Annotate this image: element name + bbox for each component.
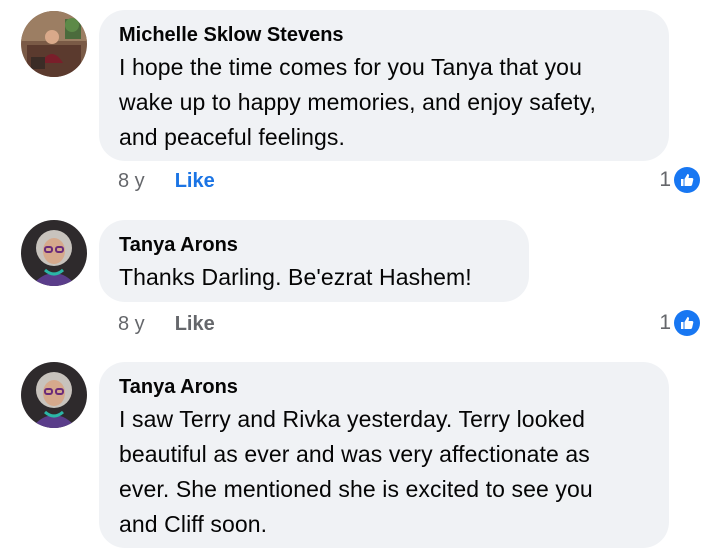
- avatar[interactable]: [21, 220, 87, 286]
- comment-author[interactable]: Tanya Arons: [119, 374, 649, 400]
- reaction-count: 1: [659, 311, 671, 334]
- comment-text: I hope the time comes for you Tanya that…: [119, 54, 597, 150]
- reaction-summary[interactable]: 1: [659, 167, 700, 193]
- reaction-summary[interactable]: 1: [659, 310, 700, 336]
- avatar-photo-icon: [21, 362, 87, 428]
- comment-bubble: Tanya Arons Thanks Darling. Be'ezrat Has…: [99, 220, 529, 302]
- comment-author[interactable]: Michelle Sklow Stevens: [119, 22, 649, 48]
- like-button[interactable]: Like: [175, 170, 215, 193]
- comment-text: I saw Terry and Rivka yesterday. Terry l…: [119, 406, 593, 537]
- comment-actions: 8 y Like: [118, 313, 215, 336]
- avatar-photo-icon: [21, 220, 87, 286]
- thumbs-up-icon: [674, 167, 700, 193]
- comment-timestamp[interactable]: 8 y: [118, 170, 145, 193]
- comment-text: Thanks Darling. Be'ezrat Hashem!: [119, 264, 472, 290]
- comment-author[interactable]: Tanya Arons: [119, 232, 509, 258]
- thumbs-up-icon: [674, 310, 700, 336]
- comment-bubble: Tanya Arons I saw Terry and Rivka yester…: [99, 362, 669, 548]
- avatar[interactable]: [21, 11, 87, 77]
- avatar[interactable]: [21, 362, 87, 428]
- avatar-photo-icon: [21, 11, 87, 77]
- like-button[interactable]: Like: [175, 313, 215, 336]
- comment-bubble: Michelle Sklow Stevens I hope the time c…: [99, 10, 669, 161]
- comment-timestamp[interactable]: 8 y: [118, 313, 145, 336]
- reaction-count: 1: [659, 168, 671, 191]
- comment-actions: 8 y Like: [118, 170, 215, 193]
